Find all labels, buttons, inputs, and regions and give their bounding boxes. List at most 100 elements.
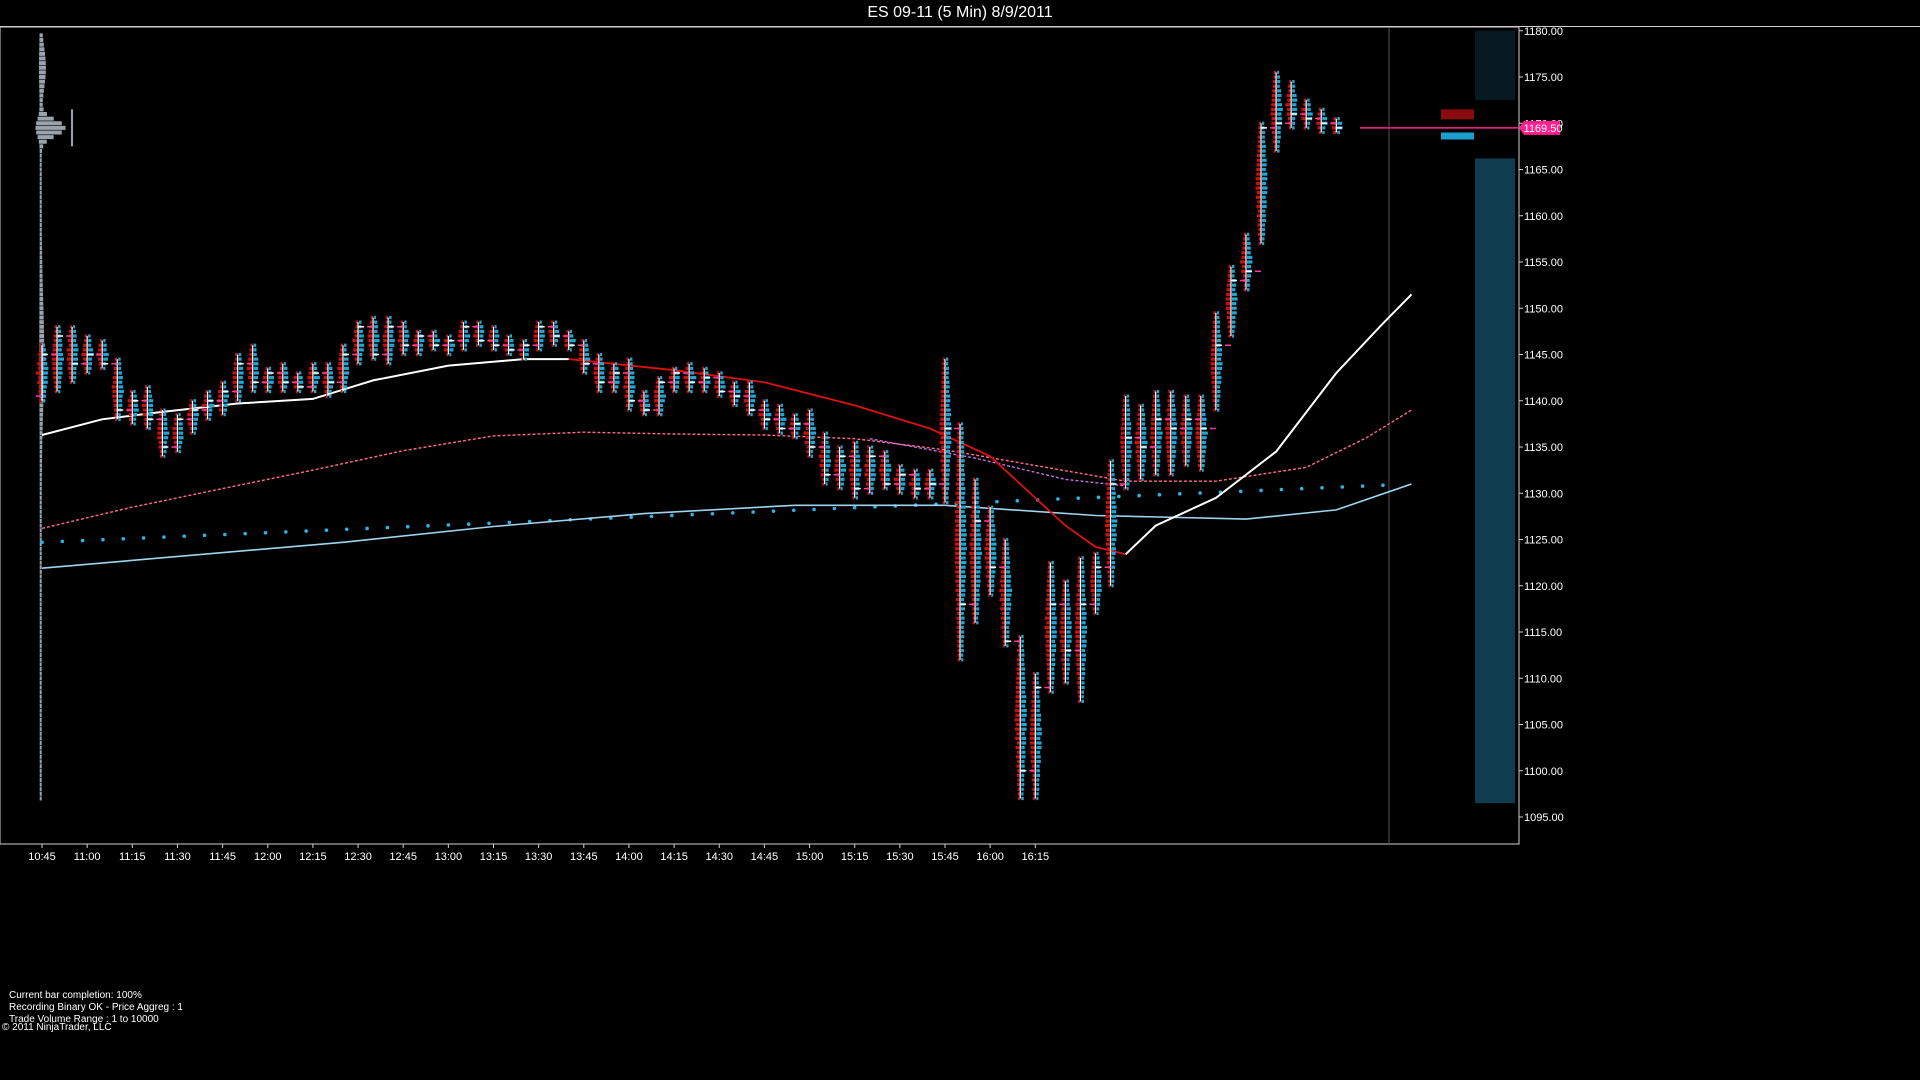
ask-volume: [223, 380, 227, 384]
ask-volume: [1006, 593, 1012, 597]
bid-volume: [594, 376, 599, 380]
ask-volume: [1156, 454, 1160, 458]
ask-volume: [705, 380, 711, 384]
indicator-dot: [405, 524, 410, 529]
bid-volume: [1332, 126, 1337, 130]
ask-volume: [1262, 237, 1265, 241]
ask-volume: [208, 403, 215, 407]
bid-volume: [879, 468, 885, 472]
ask-volume: [645, 403, 651, 407]
ask-volume: [1111, 477, 1116, 481]
ask-volume: [1051, 611, 1056, 616]
bid-volume: [1015, 713, 1021, 717]
ask-volume: [1307, 107, 1311, 111]
ask-volume: [1307, 98, 1310, 102]
indicator-dot: [995, 499, 999, 504]
ask-volume: [404, 320, 407, 324]
bid-volume: [1211, 352, 1216, 357]
profile-level: [39, 84, 45, 89]
ask-volume: [961, 459, 965, 463]
ask-volume: [976, 551, 982, 555]
ask-volume: [1036, 741, 1042, 745]
ask-volume: [1051, 584, 1055, 588]
ask-volume: [976, 561, 981, 565]
bid-volume: [352, 339, 359, 343]
ask-volume: [1216, 315, 1220, 320]
ask-volume: [961, 551, 966, 555]
ask-volume: [1081, 690, 1084, 694]
profile-level: [39, 468, 42, 473]
ask-volume: [765, 413, 772, 417]
bid-volume: [623, 376, 629, 380]
bid-volume: [818, 454, 825, 458]
ask-volume: [1096, 579, 1102, 583]
profile-level: [39, 551, 42, 556]
ask-volume: [1126, 394, 1130, 398]
ask-volume: [1186, 459, 1190, 463]
ask-volume: [765, 399, 768, 403]
ask-volume: [735, 385, 739, 389]
ask-volume: [855, 445, 859, 449]
ask-volume: [88, 362, 93, 366]
bid-volume: [246, 366, 253, 370]
ask-volume: [1081, 611, 1087, 616]
x-tick-label: 12:15: [299, 851, 327, 863]
ask-volume: [1051, 658, 1056, 662]
ask-volume: [43, 376, 48, 380]
ask-volume: [991, 514, 995, 518]
ask-volume: [765, 426, 768, 431]
ask-volume: [1096, 570, 1101, 574]
profile-level: [39, 648, 42, 653]
x-tick-label: 13:30: [525, 851, 553, 863]
ask-volume: [1111, 524, 1117, 528]
profile-level: [39, 680, 42, 685]
ask-volume: [1216, 334, 1222, 338]
ask-volume: [1216, 399, 1220, 403]
ask-volume: [238, 371, 244, 375]
ask-volume: [946, 408, 951, 412]
bid-volume: [880, 477, 885, 481]
ask-volume: [1262, 140, 1266, 144]
ask-volume: [946, 496, 949, 500]
bid-volume: [1256, 167, 1262, 172]
ask-volume: [1066, 584, 1069, 588]
bid-volume: [834, 463, 840, 468]
ask-volume: [810, 413, 814, 417]
indicator-dot: [1096, 495, 1101, 500]
ask-volume: [1021, 727, 1027, 731]
ask-volume: [660, 413, 663, 417]
bid-volume: [1105, 514, 1111, 518]
ask-volume: [1186, 426, 1193, 431]
ask-volume: [359, 339, 364, 343]
ask-volume: [118, 413, 121, 417]
price-chart[interactable]: 1095.001100.001105.001110.001115.001120.…: [0, 0, 1920, 1080]
ask-volume: [479, 334, 484, 338]
ask-volume: [976, 482, 979, 486]
ask-volume: [163, 417, 168, 421]
ask-volume: [1081, 672, 1086, 676]
bid-volume: [1104, 524, 1111, 528]
ask-volume: [961, 547, 967, 551]
ask-volume: [1111, 565, 1116, 569]
ask-volume: [58, 325, 61, 329]
ask-volume: [991, 584, 995, 588]
ask-volume: [961, 616, 965, 620]
bid-volume: [1030, 736, 1036, 740]
x-tick-label: 11:00: [74, 851, 101, 863]
profile-level: [39, 750, 42, 755]
profile-level: [39, 759, 42, 764]
profile-level: [39, 523, 42, 528]
ask-volume: [253, 366, 259, 370]
bid-volume: [578, 357, 584, 361]
bid-volume: [232, 371, 238, 375]
ask-volume: [359, 352, 363, 357]
ask-volume: [1081, 607, 1086, 611]
ask-volume: [88, 334, 91, 338]
bid-volume: [1090, 574, 1096, 579]
ask-volume: [1021, 704, 1026, 708]
ask-volume: [946, 422, 952, 426]
bid-volume: [1120, 436, 1126, 440]
ask-volume: [163, 454, 166, 458]
profile-level: [39, 574, 42, 579]
ask-volume: [464, 343, 468, 347]
